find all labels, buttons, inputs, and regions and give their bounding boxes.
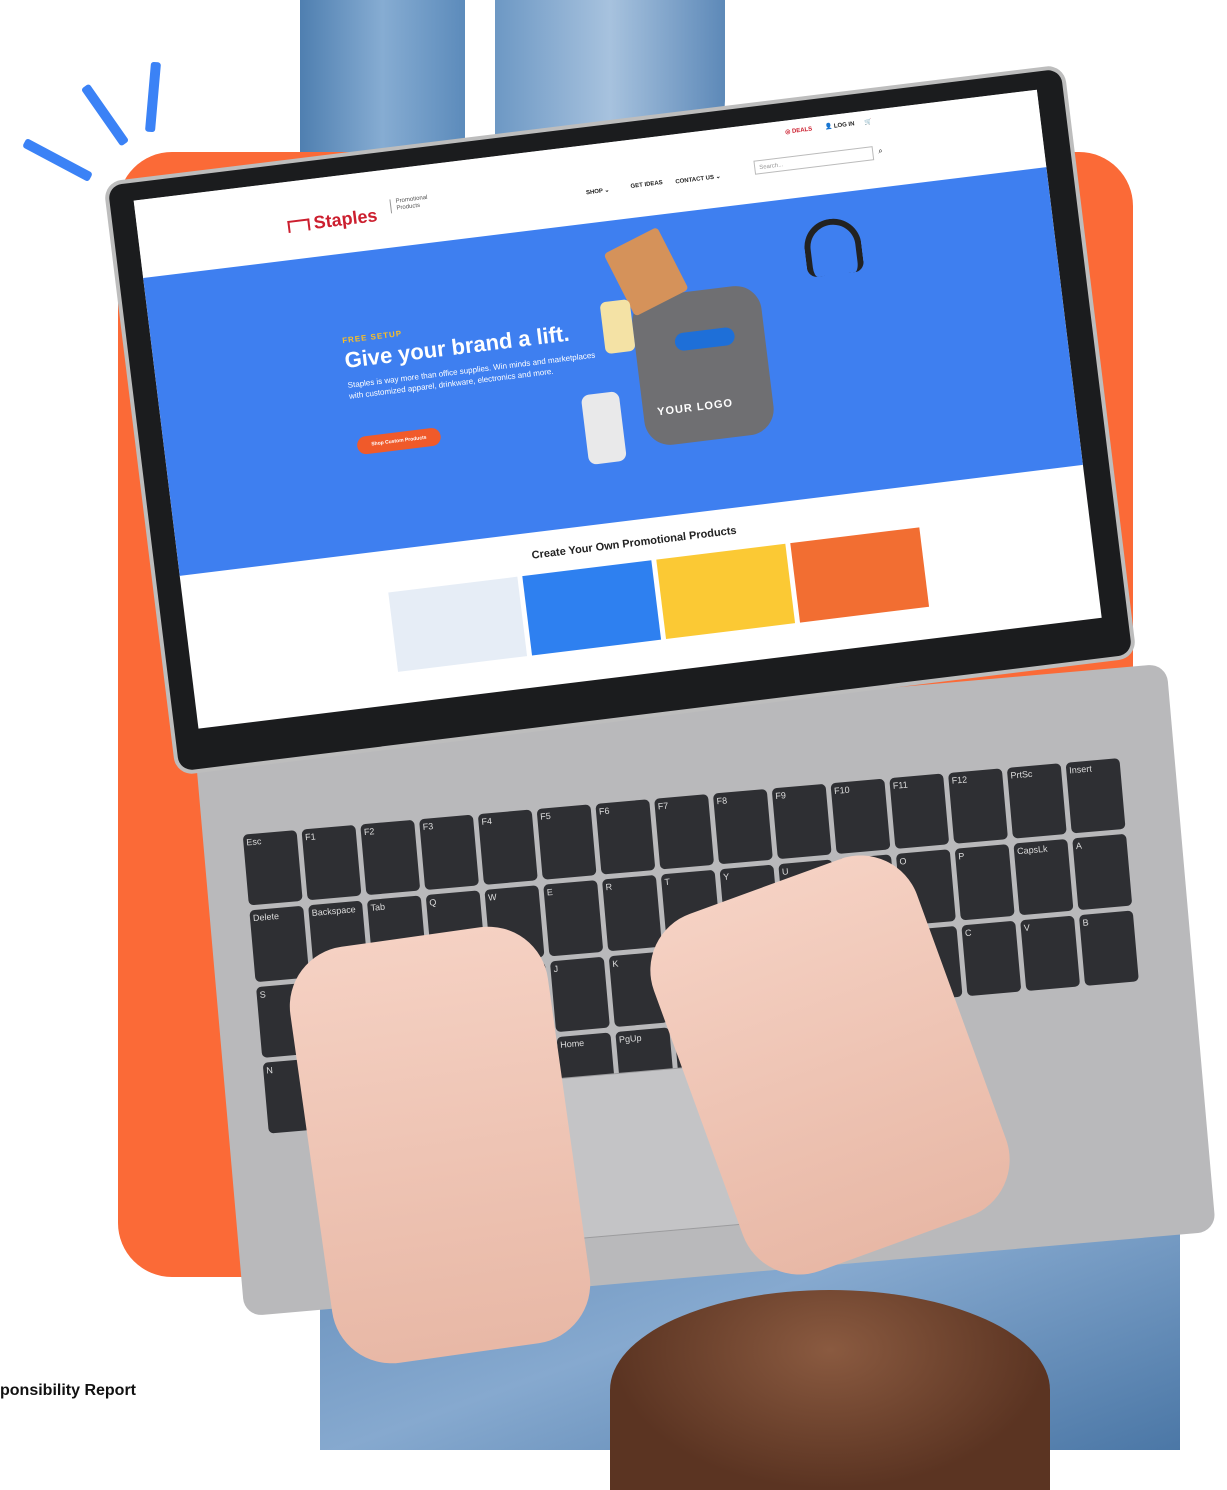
key[interactable]: R	[602, 875, 663, 951]
report-title: ponsibility Report	[0, 1382, 136, 1399]
logo-subtitle: Promotional Products	[389, 193, 437, 214]
spark-line-1	[22, 137, 93, 183]
key[interactable]: F3	[419, 814, 480, 891]
key[interactable]: A	[1072, 834, 1133, 910]
search-input[interactable]: Search...	[753, 146, 875, 175]
key[interactable]: F9	[771, 783, 832, 860]
laptop-lid: Staples Promotional Products ◎ DEALS 👤 L…	[107, 68, 1133, 772]
key[interactable]: PrtSc	[1006, 763, 1067, 839]
product-card-apparel[interactable]	[388, 576, 528, 672]
staples-logo-icon	[287, 218, 311, 234]
phone-wallet-image	[599, 298, 636, 355]
search-icon[interactable]: ⌕	[878, 146, 884, 156]
product-card-lifestyle[interactable]	[790, 527, 930, 623]
cart-icon[interactable]: 🛒	[864, 118, 872, 126]
nav-contact-us[interactable]: CONTACT US ⌄	[675, 173, 721, 186]
backpack-logo: YOUR LOGO	[656, 397, 734, 419]
tumbler-image	[580, 390, 627, 466]
key[interactable]: CapsLk	[1013, 839, 1074, 915]
logo-text: Staples	[312, 205, 379, 233]
spark-line-3	[144, 61, 162, 133]
key[interactable]: F1	[301, 824, 362, 901]
key[interactable]: F4	[477, 809, 538, 886]
key[interactable]: F8	[712, 788, 773, 865]
product-card-drinkware[interactable]	[522, 560, 662, 656]
product-card-accessories[interactable]	[656, 543, 796, 640]
key[interactable]: J	[549, 956, 610, 1032]
key[interactable]: F7	[654, 794, 715, 870]
login-link[interactable]: 👤 LOG IN	[824, 120, 855, 131]
nav-shop[interactable]: SHOP ⌄	[586, 187, 610, 197]
spark-line-2	[80, 83, 130, 147]
laptop-screen: Staples Promotional Products ◎ DEALS 👤 L…	[133, 89, 1102, 729]
key[interactable]: P	[954, 844, 1015, 920]
key[interactable]: V	[1020, 915, 1081, 991]
login-label: LOG IN	[833, 121, 855, 130]
key[interactable]: F10	[830, 778, 891, 855]
key[interactable]: C	[961, 920, 1022, 996]
key[interactable]: F12	[948, 768, 1009, 845]
headphones-image	[801, 215, 865, 279]
nav-get-ideas[interactable]: GET IDEAS	[630, 180, 663, 190]
key[interactable]: F5	[536, 804, 597, 881]
site-logo[interactable]: Staples	[287, 205, 379, 237]
deals-link[interactable]: ◎ DEALS	[785, 125, 813, 135]
deals-label: DEALS	[791, 126, 813, 135]
person-hair	[610, 1290, 1050, 1490]
key[interactable]: E	[543, 880, 604, 956]
key[interactable]: Insert	[1065, 758, 1126, 834]
key[interactable]: B	[1078, 909, 1139, 986]
key[interactable]: Esc	[242, 830, 303, 906]
key[interactable]: F6	[595, 799, 656, 875]
key[interactable]: F2	[360, 819, 421, 896]
key[interactable]: F11	[889, 773, 950, 850]
